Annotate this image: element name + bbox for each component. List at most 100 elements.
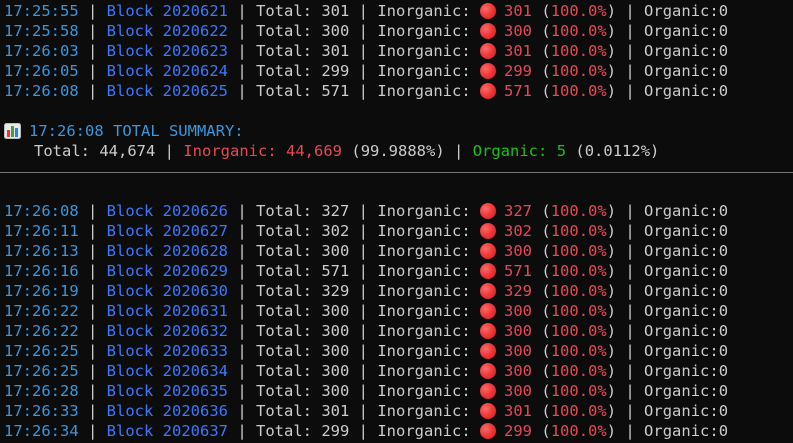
block-number: 2020634 [162, 362, 228, 380]
log-time: 17:26:28 [4, 382, 79, 400]
organic-label: Organic: [644, 22, 719, 40]
red-circle-icon [480, 263, 497, 279]
inorganic-value: 300 [504, 22, 533, 40]
block-number: 2020628 [162, 242, 228, 260]
inorganic-value: 302 [504, 222, 533, 240]
red-circle-icon [480, 323, 497, 339]
total-value: 300 [321, 322, 350, 340]
block-label: Block [106, 382, 154, 400]
inorganic-value: 300 [504, 322, 533, 340]
log-line: 17:25:58 | Block 2020622 | Total: 300 | … [4, 22, 729, 40]
red-circle-icon [480, 343, 497, 359]
inorganic-label: Inorganic: [377, 2, 471, 20]
inorganic-label: Inorganic: [377, 302, 471, 320]
inorganic-value: 301 [504, 402, 533, 420]
log-time: 17:26:08 [4, 82, 79, 100]
inorganic-label: Inorganic: [377, 222, 471, 240]
block-label: Block [106, 2, 154, 20]
block-number: 2020637 [162, 422, 228, 440]
summary-total-value: 44,674 [99, 142, 156, 160]
total-label: Total: [256, 82, 312, 100]
inorganic-percent: 100.0% [550, 302, 607, 320]
log-time: 17:26:05 [4, 62, 79, 80]
inorganic-label: Inorganic: [377, 342, 471, 360]
inorganic-label: Inorganic: [377, 22, 471, 40]
block-number: 2020636 [162, 402, 228, 420]
red-circle-icon [480, 243, 497, 259]
inorganic-value: 571 [504, 82, 533, 100]
organic-value: 0 [718, 2, 729, 20]
red-circle-icon [480, 423, 497, 439]
inorganic-percent: 100.0% [550, 202, 607, 220]
inorganic-value: 301 [504, 2, 533, 20]
red-circle-icon [480, 63, 497, 79]
organic-label: Organic: [644, 362, 719, 380]
block-number: 2020626 [162, 202, 228, 220]
block-label: Block [106, 262, 154, 280]
inorganic-percent: 100.0% [550, 262, 607, 280]
inorganic-percent: 100.0% [550, 342, 607, 360]
inorganic-label: Inorganic: [377, 382, 471, 400]
block-label: Block [106, 222, 154, 240]
organic-label: Organic: [644, 242, 719, 260]
inorganic-value: 300 [504, 342, 533, 360]
total-label: Total: [256, 282, 312, 300]
red-circle-icon [480, 223, 497, 239]
inorganic-label: Inorganic: [377, 62, 471, 80]
divider-line [0, 172, 793, 173]
log-line: 17:26:03 | Block 2020623 | Total: 301 | … [4, 42, 729, 60]
total-label: Total: [256, 322, 312, 340]
total-label: Total: [256, 22, 312, 40]
inorganic-value: 329 [504, 282, 533, 300]
organic-label: Organic: [644, 82, 719, 100]
total-label: Total: [256, 202, 312, 220]
organic-label: Organic: [644, 382, 719, 400]
inorganic-label: Inorganic: [377, 242, 471, 260]
block-label: Block [106, 62, 154, 80]
total-label: Total: [256, 42, 312, 60]
inorganic-percent: 100.0% [550, 282, 607, 300]
block-number: 2020625 [162, 82, 228, 100]
total-value: 299 [321, 62, 350, 80]
block-number: 2020624 [162, 62, 228, 80]
inorganic-percent: 100.0% [550, 62, 607, 80]
log-time: 17:26:34 [4, 422, 79, 440]
inorganic-percent: 100.0% [550, 362, 607, 380]
inorganic-percent: 100.0% [550, 422, 607, 440]
total-label: Total: [256, 342, 312, 360]
inorganic-label: Inorganic: [377, 202, 471, 220]
organic-value: 0 [718, 402, 729, 420]
inorganic-percent: 100.0% [550, 322, 607, 340]
log-time: 17:26:08 [4, 202, 79, 220]
inorganic-label: Inorganic: [377, 422, 471, 440]
total-label: Total: [256, 62, 312, 80]
block-number: 2020629 [162, 262, 228, 280]
inorganic-percent: 100.0% [550, 382, 607, 400]
total-value: 301 [321, 402, 350, 420]
total-value: 299 [321, 422, 350, 440]
total-value: 571 [321, 82, 350, 100]
log-line: 17:26:22 | Block 2020631 | Total: 300 | … [4, 302, 729, 320]
total-value: 300 [321, 362, 350, 380]
log-line: 17:26:05 | Block 2020624 | Total: 299 | … [4, 62, 729, 80]
inorganic-label: Inorganic: [377, 322, 471, 340]
inorganic-label: Inorganic: [377, 82, 471, 100]
summary-title-line: 17:26:08 TOTAL SUMMARY: [4, 121, 244, 141]
red-circle-icon [480, 283, 497, 299]
organic-label: Organic: [644, 202, 719, 220]
organic-label: Organic: [644, 342, 719, 360]
total-value: 300 [321, 22, 350, 40]
organic-value: 0 [718, 362, 729, 380]
log-line: 17:26:08 | Block 2020625 | Total: 571 | … [4, 82, 729, 100]
organic-value: 0 [718, 302, 729, 320]
log-time: 17:26:33 [4, 402, 79, 420]
block-number: 2020631 [162, 302, 228, 320]
bar-chart-icon [4, 123, 21, 139]
inorganic-value: 300 [504, 242, 533, 260]
total-label: Total: [256, 382, 312, 400]
inorganic-value: 300 [504, 362, 533, 380]
red-circle-icon [480, 383, 497, 399]
inorganic-percent: 100.0% [550, 22, 607, 40]
total-label: Total: [256, 302, 312, 320]
log-line: 17:26:34 | Block 2020637 | Total: 299 | … [4, 422, 729, 440]
